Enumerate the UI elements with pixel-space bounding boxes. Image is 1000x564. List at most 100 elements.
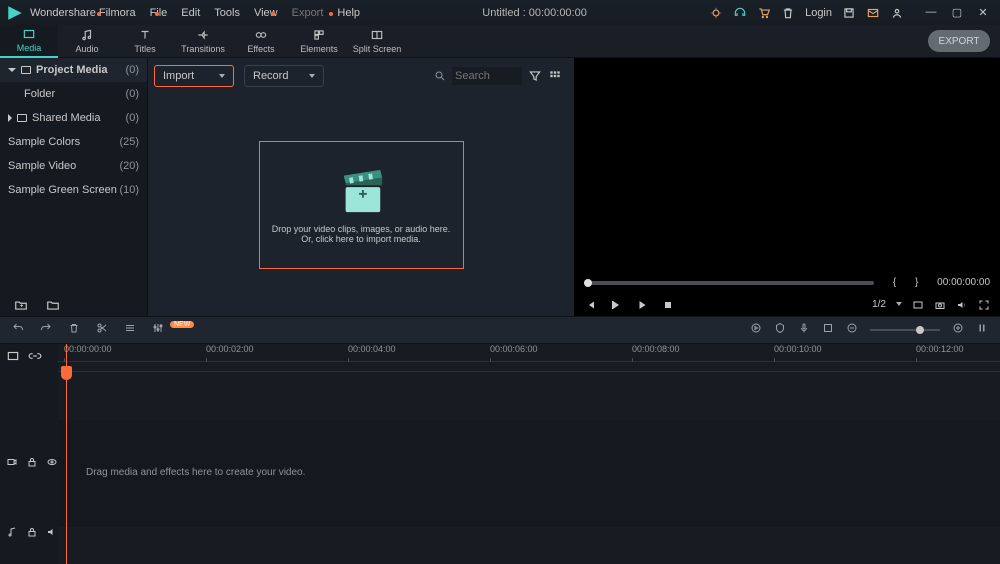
preview-panel: { } 00:00:00:00 1/2 bbox=[574, 58, 1000, 316]
play-icon[interactable] bbox=[636, 298, 648, 310]
tab-splitscreen-label: Split Screen bbox=[353, 44, 402, 54]
volume-icon[interactable] bbox=[956, 298, 968, 310]
sidebar-item-count: (20) bbox=[119, 160, 139, 172]
sidebar-item-label: Sample Video bbox=[8, 160, 76, 172]
mark-in-icon[interactable]: { bbox=[893, 277, 896, 288]
tab-elements[interactable]: Elements bbox=[290, 25, 348, 58]
fullscreen-icon[interactable] bbox=[978, 298, 990, 310]
quality-icon[interactable] bbox=[912, 298, 924, 310]
video-track-1[interactable]: Drag media and effects here to create yo… bbox=[58, 420, 1000, 526]
render-icon[interactable] bbox=[750, 321, 762, 339]
new-folder-icon[interactable] bbox=[14, 298, 28, 312]
chevron-down-icon bbox=[309, 74, 315, 78]
app-name: Wondershare Filmora bbox=[30, 7, 136, 19]
folder-icon bbox=[21, 66, 31, 74]
effects-store-icon[interactable] bbox=[709, 6, 723, 20]
import-dropzone[interactable]: Drop your video clips, images, or audio … bbox=[259, 141, 464, 269]
tab-splitscreen[interactable]: Split Screen bbox=[348, 25, 406, 58]
sidebar-item-project-media[interactable]: Project Media (0) bbox=[0, 58, 147, 82]
import-dropdown[interactable]: Import bbox=[154, 65, 234, 87]
list-icon[interactable] bbox=[124, 321, 136, 339]
menu-export: Export bbox=[292, 7, 324, 19]
sidebar-item-count: (0) bbox=[126, 88, 139, 100]
filter-icon[interactable] bbox=[528, 69, 542, 83]
voiceover-icon[interactable] bbox=[798, 321, 810, 339]
menu-edit[interactable]: Edit bbox=[181, 7, 200, 19]
tab-transitions[interactable]: Transitions bbox=[174, 25, 232, 58]
mixer-icon[interactable] bbox=[822, 321, 834, 339]
undo-icon[interactable] bbox=[12, 321, 24, 339]
sidebar-item-label: Folder bbox=[24, 88, 55, 100]
maximize-button[interactable]: ▢ bbox=[946, 6, 968, 19]
timeline-options-icon[interactable] bbox=[6, 349, 20, 363]
timeline-tracks[interactable]: 00:00:00:00 00:00:02:00 00:00:04:00 00:0… bbox=[58, 344, 1000, 564]
track-header-audio[interactable] bbox=[0, 520, 58, 544]
media-sidebar: Project Media (0) Folder (0) Shared Medi… bbox=[0, 58, 148, 316]
sidebar-item-label: Project Media bbox=[36, 64, 108, 76]
close-button[interactable]: ✕ bbox=[972, 6, 994, 19]
settings-icon[interactable] bbox=[152, 321, 164, 339]
tab-audio[interactable]: Audio bbox=[58, 25, 116, 58]
menu-help[interactable]: Help bbox=[337, 7, 360, 19]
record-dropdown[interactable]: Record bbox=[244, 65, 324, 87]
export-button[interactable]: EXPORT bbox=[928, 30, 990, 52]
login-link[interactable]: Login bbox=[805, 7, 832, 19]
snapshot-icon[interactable] bbox=[934, 298, 946, 310]
playhead[interactable] bbox=[66, 344, 67, 564]
delete-icon[interactable] bbox=[68, 321, 80, 339]
support-icon[interactable] bbox=[733, 6, 747, 20]
tab-titles-label: Titles bbox=[134, 44, 155, 54]
timeline-empty-text: Drag media and effects here to create yo… bbox=[86, 467, 305, 478]
play-start-icon[interactable] bbox=[610, 298, 622, 310]
sidebar-item-sample-colors[interactable]: Sample Colors (25) bbox=[0, 130, 147, 154]
fit-icon[interactable] bbox=[976, 321, 988, 339]
track-headers bbox=[0, 344, 58, 564]
split-icon[interactable] bbox=[96, 321, 108, 339]
tab-effects[interactable]: Effects bbox=[232, 25, 290, 58]
lock-icon[interactable] bbox=[26, 455, 38, 469]
tab-titles[interactable]: Titles bbox=[116, 25, 174, 58]
lock-icon[interactable] bbox=[26, 525, 38, 539]
save-icon[interactable] bbox=[842, 6, 856, 20]
sidebar-item-sample-video[interactable]: Sample Video (20) bbox=[0, 154, 147, 178]
link-icon[interactable] bbox=[28, 349, 42, 363]
zoom-slider[interactable] bbox=[870, 329, 940, 331]
sidebar-item-count: (0) bbox=[126, 64, 139, 76]
seek-slider[interactable] bbox=[584, 281, 874, 285]
tab-media[interactable]: Media bbox=[0, 25, 58, 58]
chevron-down-icon[interactable] bbox=[896, 302, 902, 306]
message-icon[interactable] bbox=[866, 6, 880, 20]
eye-icon[interactable] bbox=[46, 455, 58, 469]
zoom-in-icon[interactable] bbox=[952, 321, 964, 339]
sidebar-item-label: Sample Green Screen bbox=[8, 184, 117, 196]
ruler-mark: 00:00:00:00 bbox=[64, 344, 112, 354]
new-badge: NEW bbox=[170, 321, 194, 328]
media-browser: Import Record bbox=[148, 58, 574, 316]
folder-icon[interactable] bbox=[46, 298, 60, 312]
sidebar-item-folder[interactable]: Folder (0) bbox=[0, 82, 147, 106]
account-icon[interactable] bbox=[890, 6, 904, 20]
time-ruler[interactable]: 00:00:00:00 00:00:02:00 00:00:04:00 00:0… bbox=[58, 344, 1000, 362]
minimize-button[interactable]: — bbox=[920, 6, 942, 19]
cart-icon[interactable] bbox=[757, 6, 771, 20]
zoom-out-icon[interactable] bbox=[846, 321, 858, 339]
timeline-toolbar: NEW bbox=[0, 316, 1000, 344]
marker-icon[interactable] bbox=[774, 321, 786, 339]
grid-view-icon[interactable] bbox=[548, 69, 562, 83]
prev-frame-icon[interactable] bbox=[584, 298, 596, 310]
sidebar-item-sample-green[interactable]: Sample Green Screen (10) bbox=[0, 178, 147, 202]
title-bar: Wondershare Filmora File Edit Tools View… bbox=[0, 0, 1000, 25]
menu-tools[interactable]: Tools bbox=[214, 7, 240, 19]
trash-icon[interactable] bbox=[781, 6, 795, 20]
redo-icon[interactable] bbox=[40, 321, 52, 339]
sidebar-item-shared-media[interactable]: Shared Media (0) bbox=[0, 106, 147, 130]
stop-icon[interactable] bbox=[662, 298, 674, 310]
mute-icon[interactable] bbox=[46, 525, 58, 539]
preview-zoom[interactable]: 1/2 bbox=[872, 299, 886, 310]
clapboard-icon bbox=[332, 166, 390, 216]
search-input[interactable] bbox=[452, 67, 522, 85]
track-header-video[interactable] bbox=[0, 450, 58, 474]
tab-effects-label: Effects bbox=[247, 44, 274, 54]
ruler-mark: 00:00:08:00 bbox=[632, 344, 680, 354]
mark-out-icon[interactable]: } bbox=[915, 277, 918, 288]
